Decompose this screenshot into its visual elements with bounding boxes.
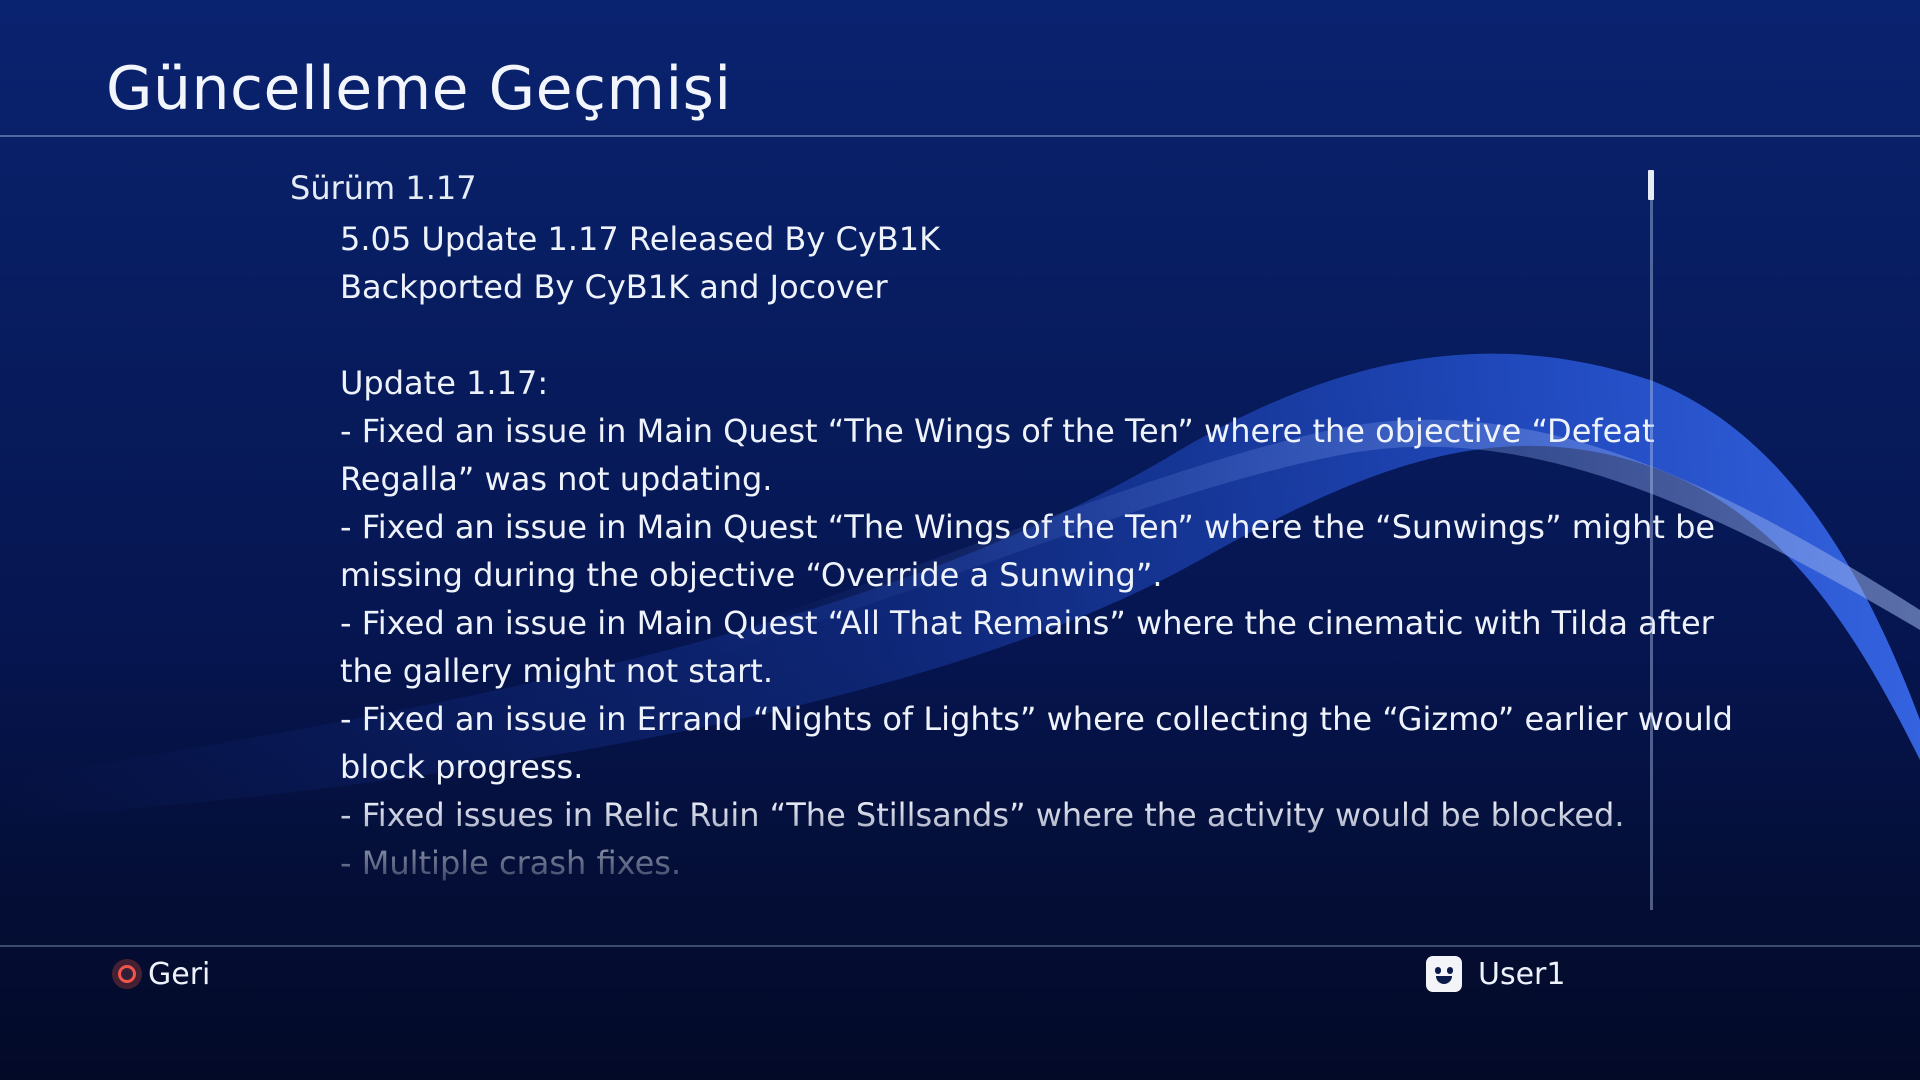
page-title: Güncelleme Geçmişi — [106, 54, 732, 124]
footer-divider — [0, 945, 1920, 947]
circle-ring — [118, 965, 136, 983]
release-note-line: - Fixed issues in Relic Ruin “The Stills… — [340, 796, 1625, 834]
release-note-line: missing during the objective “Override a… — [340, 556, 1163, 594]
release-note-line: block progress. — [340, 748, 584, 786]
user-indicator: User1 — [1426, 955, 1565, 993]
release-note-line: Regalla” was not updating. — [340, 460, 773, 498]
release-note-line: - Fixed an issue in Main Quest “All That… — [340, 604, 1714, 642]
release-notes: 5.05 Update 1.17 Released By CyB1K Backp… — [340, 215, 1733, 887]
release-note-line: - Fixed an issue in Main Quest “The Wing… — [340, 508, 1716, 546]
release-note-line: - Multiple crash fixes. — [340, 844, 682, 882]
release-note-line: - Fixed an issue in Errand “Nights of Li… — [340, 700, 1733, 738]
avatar-eye — [1447, 967, 1453, 974]
release-note-line: Backported By CyB1K and Jocover — [340, 268, 888, 306]
version-heading: Sürüm 1.17 — [290, 169, 477, 207]
avatar-eye — [1435, 967, 1441, 974]
scrollbar-thumb[interactable] — [1648, 170, 1654, 200]
release-note-line: the gallery might not start. — [340, 652, 773, 690]
scrollbar-track[interactable] — [1650, 170, 1653, 910]
avatar-icon — [1426, 956, 1462, 992]
release-note-line — [340, 311, 1640, 359]
release-note-line: - Fixed an issue in Main Quest “The Wing… — [340, 412, 1655, 450]
user-name: User1 — [1478, 956, 1566, 992]
circle-button-icon — [112, 959, 142, 989]
release-note-line: Update 1.17: — [340, 364, 549, 402]
back-button[interactable]: Geri — [112, 956, 210, 992]
back-label: Geri — [148, 956, 211, 992]
release-note-line: 5.05 Update 1.17 Released By CyB1K — [340, 220, 941, 258]
avatar-mouth — [1436, 976, 1452, 984]
update-history-content[interactable]: Sürüm 1.17 5.05 Update 1.17 Released By … — [0, 137, 1920, 907]
